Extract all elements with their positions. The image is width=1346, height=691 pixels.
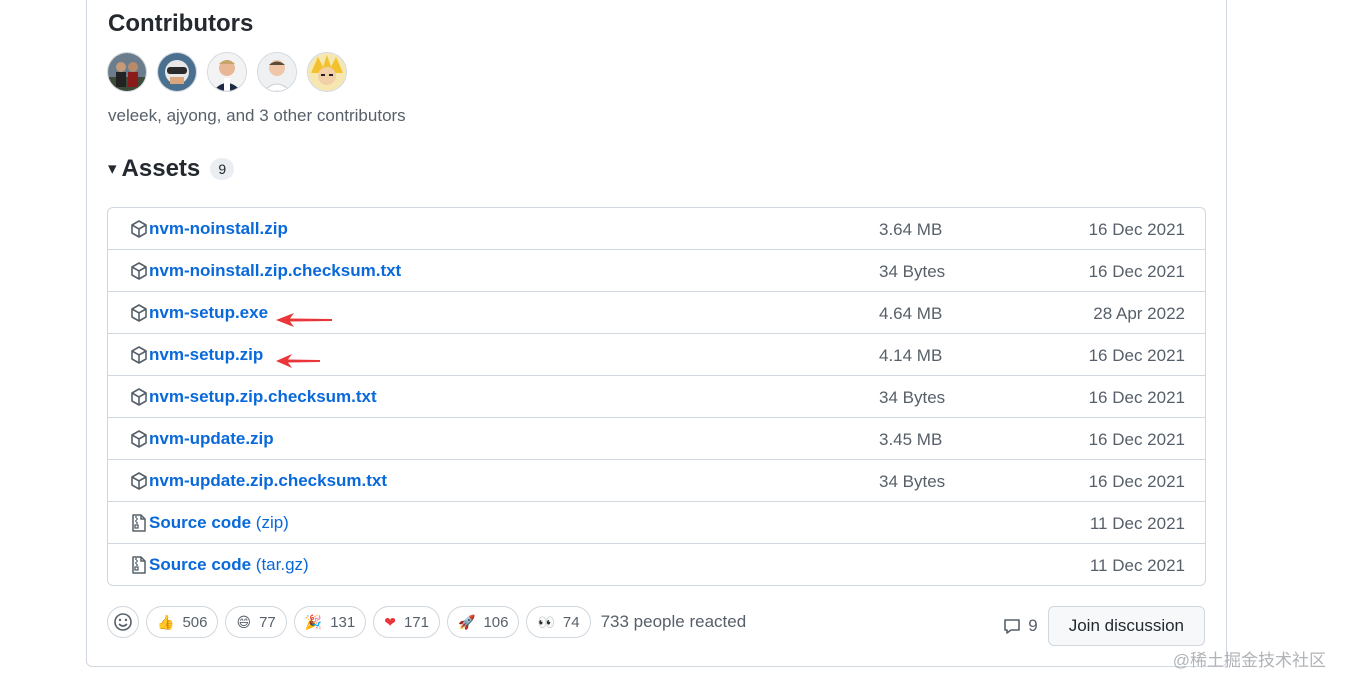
- asset-date: 11 Dec 2021: [1089, 556, 1185, 575]
- avatar[interactable]: [257, 52, 297, 92]
- package-icon: [131, 220, 147, 238]
- eyes-icon: 👀: [537, 613, 555, 630]
- reaction-laugh-button[interactable]: 😄 77: [225, 606, 287, 638]
- comment-icon: [1004, 619, 1021, 634]
- watermark: @稀土掘金技术社区: [1172, 651, 1326, 670]
- contributors-summary: veleek, ajyong, and 3 other contributors: [108, 106, 406, 125]
- asset-size: 34 Bytes: [879, 262, 946, 281]
- reaction-count: 171: [403, 613, 429, 631]
- asset-date: 11 Dec 2021: [1089, 514, 1185, 533]
- discussion-area: 9 Join discussion: [1002, 606, 1205, 646]
- reaction-rocket-button[interactable]: 🚀 106: [447, 606, 520, 638]
- package-icon: [131, 472, 147, 490]
- avatar[interactable]: [157, 52, 197, 92]
- asset-name: nvm-update.zip.checksum.txt: [149, 471, 388, 490]
- assets-count-badge: 9: [210, 158, 235, 180]
- join-discussion-button[interactable]: Join discussion: [1047, 606, 1205, 646]
- asset-row: Source code (zip) 11 Dec 2021: [108, 502, 1205, 544]
- asset-row: nvm-update.zip.checksum.txt 34 Bytes 16 …: [108, 460, 1205, 502]
- asset-name: nvm-setup.zip.checksum.txt: [149, 387, 377, 406]
- asset-date: 28 Apr 2022: [1093, 304, 1185, 323]
- contributors-heading: Contributors: [108, 10, 254, 37]
- asset-link[interactable]: nvm-update.zip: [149, 429, 274, 449]
- assets-title[interactable]: Assets: [122, 155, 201, 183]
- asset-size: 3.45 MB: [879, 430, 943, 449]
- file-zip-icon: [132, 556, 146, 574]
- asset-name: Source code: [149, 513, 252, 532]
- asset-row: nvm-setup.exe 4.64 MB 28 Apr 2022: [108, 292, 1205, 334]
- asset-size: 3.64 MB: [879, 220, 943, 239]
- package-icon: [131, 262, 147, 280]
- smiley-icon: [114, 613, 132, 631]
- reaction-hooray-button[interactable]: 🎉 131: [293, 606, 367, 638]
- asset-size: 4.14 MB: [879, 346, 943, 365]
- asset-format: (tar.gz): [255, 555, 309, 574]
- laugh-icon: 😄: [236, 613, 252, 630]
- asset-name: nvm-noinstall.zip.checksum.txt: [149, 261, 402, 280]
- asset-row: nvm-setup.zip 4.14 MB 16 Dec 2021: [108, 334, 1205, 376]
- avatar[interactable]: [207, 52, 247, 92]
- caret-down-icon[interactable]: ▾: [108, 159, 117, 179]
- reaction-count: 77: [259, 613, 276, 631]
- contributors-avatars: [107, 52, 347, 92]
- rocket-icon: 🚀: [458, 613, 476, 630]
- asset-format: (zip): [255, 513, 289, 532]
- asset-row: nvm-noinstall.zip 3.64 MB 16 Dec 2021: [108, 208, 1205, 250]
- heart-icon: ❤: [384, 613, 396, 630]
- asset-name: nvm-update.zip: [149, 429, 274, 448]
- asset-name: Source code: [149, 555, 252, 574]
- asset-name: nvm-noinstall.zip: [149, 219, 288, 238]
- asset-size: 4.64 MB: [879, 304, 943, 323]
- asset-date: 16 Dec 2021: [1088, 430, 1185, 449]
- asset-link[interactable]: nvm-noinstall.zip.checksum.txt: [149, 261, 401, 281]
- asset-link[interactable]: nvm-setup.exe: [149, 303, 268, 323]
- red-arrow-annotation: [276, 354, 320, 368]
- reaction-eyes-button[interactable]: 👀 74: [526, 606, 591, 638]
- asset-row: nvm-noinstall.zip.checksum.txt 34 Bytes …: [108, 250, 1205, 292]
- avatar[interactable]: [107, 52, 147, 92]
- asset-date: 16 Dec 2021: [1088, 346, 1185, 365]
- asset-row: Source code (tar.gz) 11 Dec 2021: [108, 544, 1205, 586]
- reaction-count: 74: [562, 613, 580, 631]
- asset-link[interactable]: Source code (tar.gz): [149, 555, 309, 575]
- assets-header[interactable]: ▾ Assets 9: [108, 155, 235, 183]
- asset-name: nvm-setup.exe: [149, 303, 269, 322]
- asset-row: nvm-setup.zip.checksum.txt 34 Bytes 16 D…: [108, 376, 1205, 418]
- comment-count-link[interactable]: 9: [1002, 616, 1038, 636]
- asset-link[interactable]: Source code (zip): [149, 513, 289, 533]
- asset-link[interactable]: nvm-noinstall.zip: [149, 219, 288, 239]
- reactions-summary: 733 people reacted: [600, 612, 747, 631]
- asset-name: nvm-setup.zip: [149, 345, 264, 364]
- asset-date: 16 Dec 2021: [1088, 262, 1185, 281]
- asset-date: 16 Dec 2021: [1088, 220, 1185, 239]
- reaction-count: 106: [483, 613, 509, 631]
- package-icon: [131, 430, 147, 448]
- asset-size: 34 Bytes: [879, 388, 946, 407]
- reactions-bar: 👍 506 😄 77 🎉 131 ❤ 171 🚀 106 👀 74 733 pe…: [107, 606, 746, 638]
- asset-link[interactable]: nvm-setup.zip.checksum.txt: [149, 387, 377, 407]
- thumbs-up-icon: 👍: [157, 613, 175, 630]
- package-icon: [131, 304, 147, 322]
- asset-date: 16 Dec 2021: [1088, 472, 1185, 491]
- package-icon: [131, 346, 147, 364]
- add-reaction-button[interactable]: [107, 606, 139, 638]
- reaction-count: 131: [330, 613, 356, 631]
- comment-count: 9: [1028, 616, 1038, 635]
- assets-list: nvm-noinstall.zip 3.64 MB 16 Dec 2021 nv…: [107, 207, 1206, 586]
- asset-link[interactable]: nvm-update.zip.checksum.txt: [149, 471, 387, 491]
- asset-link[interactable]: nvm-setup.zip: [149, 345, 263, 365]
- avatar[interactable]: [307, 52, 347, 92]
- asset-row: nvm-update.zip 3.45 MB 16 Dec 2021: [108, 418, 1205, 460]
- asset-size: 34 Bytes: [879, 472, 946, 491]
- reaction-heart-button[interactable]: ❤ 171: [373, 606, 440, 638]
- reaction-count: 506: [182, 613, 208, 631]
- asset-date: 16 Dec 2021: [1088, 388, 1185, 407]
- package-icon: [131, 388, 147, 406]
- hooray-icon: 🎉: [304, 613, 323, 630]
- red-arrow-annotation: [276, 313, 332, 327]
- file-zip-icon: [132, 514, 146, 532]
- reaction-thumbs-up-button[interactable]: 👍 506: [146, 606, 219, 638]
